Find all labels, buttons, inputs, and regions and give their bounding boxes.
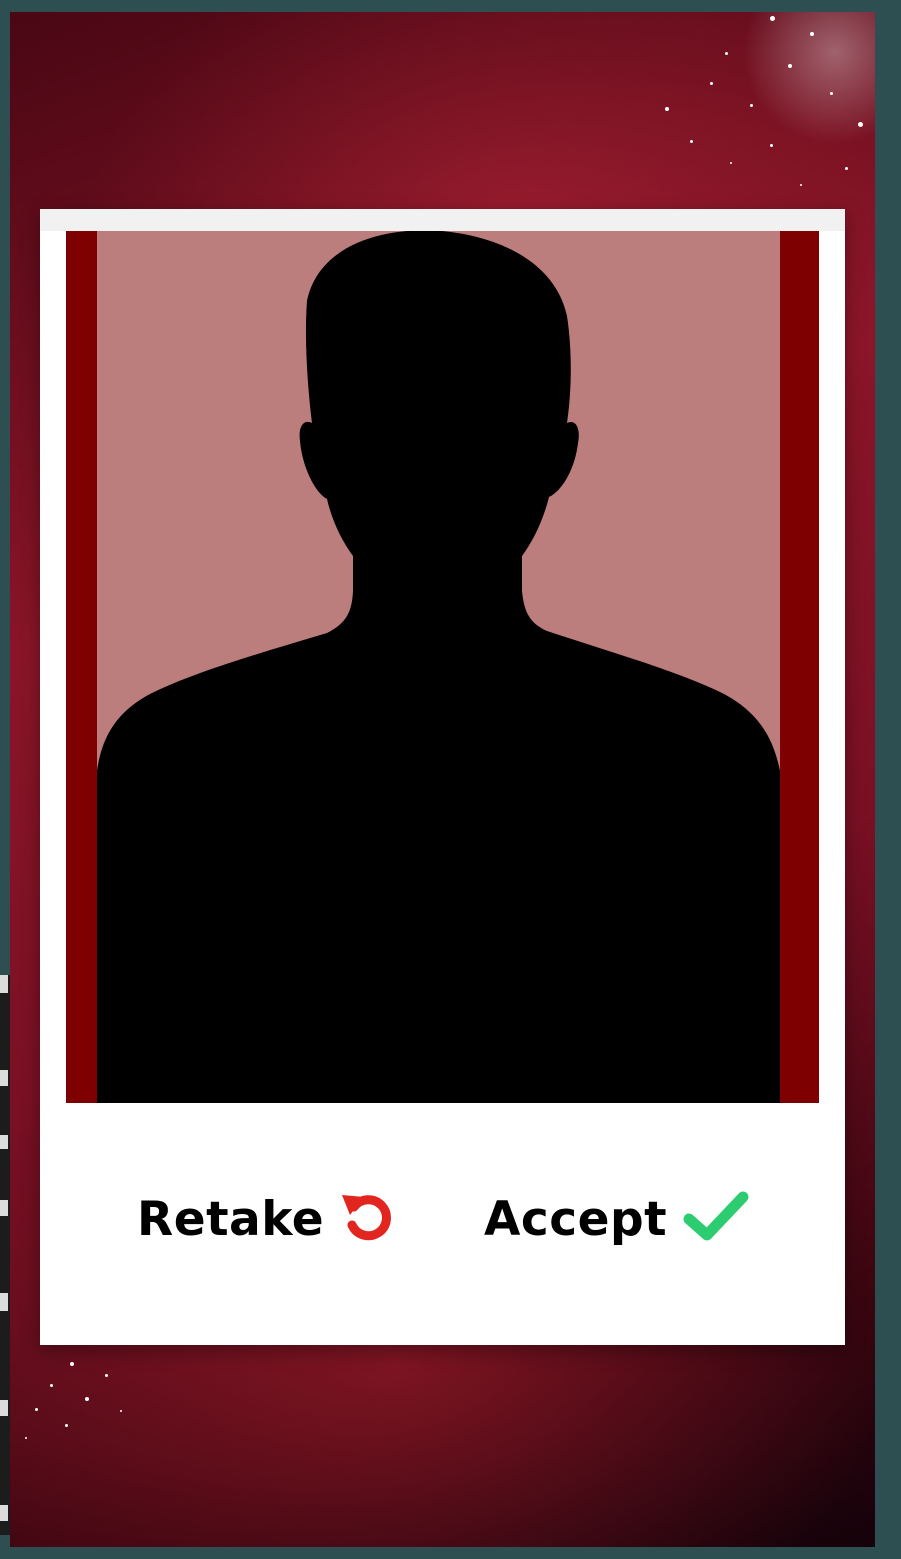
sparkle: [105, 1374, 108, 1377]
sparkle: [730, 162, 732, 164]
person-silhouette: [97, 231, 780, 1103]
accept-button[interactable]: Accept: [484, 1179, 749, 1259]
sparkle: [665, 107, 669, 111]
sparkle: [830, 92, 833, 95]
edge-mark: [0, 1293, 8, 1311]
edge-mark: [0, 1400, 8, 1416]
sparkle: [50, 1384, 53, 1387]
sparkle: [725, 52, 728, 55]
photo-preview-card: Retake Accept: [40, 209, 845, 1345]
sparkle: [690, 140, 693, 143]
review-actions: Retake Accept: [40, 1179, 845, 1259]
sparkle: [120, 1410, 122, 1412]
background-window-edge: [0, 975, 10, 1535]
sparkle: [35, 1408, 38, 1411]
sparkle: [85, 1397, 89, 1401]
sparkle: [810, 32, 814, 36]
edge-mark: [0, 1070, 8, 1086]
sparkle: [25, 1437, 27, 1439]
sparkle: [800, 184, 802, 186]
sparkle: [845, 167, 848, 170]
sparkle: [750, 104, 753, 107]
check-icon: [683, 1189, 749, 1249]
captured-photo: [66, 231, 819, 1103]
accept-label: Accept: [484, 1191, 668, 1247]
edge-mark: [0, 1135, 8, 1149]
sparkle: [65, 1424, 68, 1427]
edge-mark: [0, 1505, 8, 1521]
sparkle: [710, 82, 713, 85]
photo-background: [97, 231, 780, 1103]
sparkle: [70, 1362, 74, 1366]
edge-mark: [0, 975, 8, 993]
card-top-shade: [40, 209, 845, 231]
sparkle: [770, 144, 773, 147]
undo-arrow-icon: [340, 1189, 396, 1249]
sparkle-glow: [735, 12, 875, 152]
retake-button[interactable]: Retake: [137, 1179, 396, 1259]
sparkle: [788, 64, 792, 68]
photo-review-screen: Retake Accept: [10, 12, 875, 1547]
edge-mark: [0, 1200, 8, 1216]
sparkle: [858, 122, 863, 127]
retake-label: Retake: [137, 1191, 325, 1247]
sparkle: [770, 16, 775, 21]
